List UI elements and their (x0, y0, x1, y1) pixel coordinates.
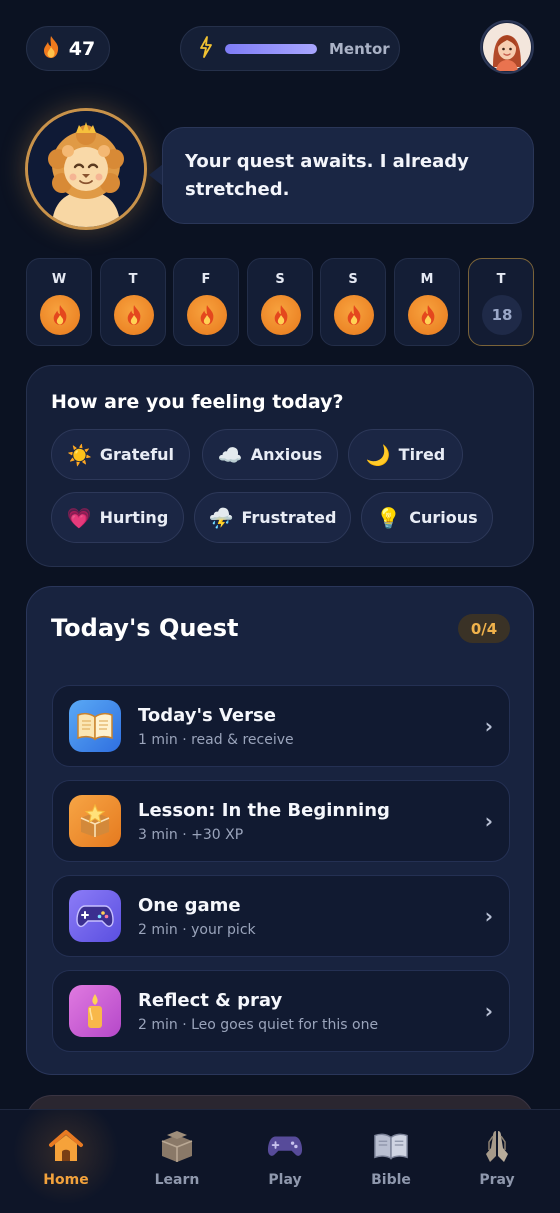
bible-icon (371, 1126, 411, 1166)
nav-label: Pray (479, 1172, 515, 1188)
mentor-progress[interactable]: Mentor (180, 26, 400, 71)
mood-chip-curious[interactable]: 💡 Curious (361, 492, 493, 543)
speech-bubble-tail (149, 164, 163, 186)
quest-item-title: One game (138, 895, 241, 916)
quest-item-lesson[interactable]: Lesson: In the Beginning 3 min · +30 XP … (52, 780, 510, 862)
date-badge: 18 (482, 295, 522, 335)
mood-chip-label: Curious (409, 508, 478, 527)
quest-item-title: Reflect & pray (138, 990, 283, 1011)
day-saturday[interactable]: S (247, 258, 313, 346)
mood-question: How are you feeling today? (51, 391, 344, 413)
date-number: 18 (491, 306, 513, 324)
mood-chip-label: Anxious (250, 445, 323, 464)
quest-item-verse[interactable]: Today's Verse 1 min · read & receive › (52, 685, 510, 767)
day-label: M (420, 272, 434, 287)
mood-chip-anxious[interactable]: ☁️ Anxious (202, 429, 338, 480)
quest-item-title: Today's Verse (138, 705, 276, 726)
lightbulb-icon: 💡 (376, 505, 402, 530)
lion-mascot[interactable] (25, 108, 147, 230)
mood-checkin-card: How are you feeling today? ☀️ Grateful ☁… (26, 365, 534, 567)
nav-learn[interactable]: Learn (127, 1126, 227, 1202)
nav-home[interactable]: Home (16, 1126, 116, 1202)
sun-icon: ☀️ (66, 442, 92, 467)
todays-quest-card: Today's Quest 0/4 Today's Verse 1 min · … (26, 586, 534, 1075)
open-book-icon (69, 700, 121, 752)
flame-icon (41, 35, 61, 63)
quest-item-subtitle: 2 min · Leo goes quiet for this one (138, 1017, 379, 1033)
quest-item-subtitle: 1 min · read & receive (138, 732, 294, 748)
top-bar: 47 Mentor (0, 0, 560, 100)
chevron-right-icon: › (484, 714, 493, 738)
mood-chip-hurting[interactable]: 💗 Hurting (51, 492, 184, 543)
week-streak: W T F S S M T 18 (26, 258, 534, 346)
lesson-box-icon (69, 795, 121, 847)
day-label: W (51, 272, 67, 287)
lightning-icon (199, 35, 213, 62)
quest-progress-badge: 0/4 (458, 614, 510, 643)
mood-chip-label: Hurting (99, 508, 169, 527)
moon-icon: 🌙 (365, 442, 391, 467)
nav-label: Learn (154, 1172, 200, 1188)
mood-chip-label: Grateful (99, 445, 175, 464)
mascot-speech-bubble: Your quest awaits. I already stretched. (162, 127, 534, 224)
streak-count: 47 (68, 37, 96, 60)
day-sunday[interactable]: S (320, 258, 386, 346)
nav-label: Play (268, 1172, 302, 1188)
quest-item-reflect[interactable]: Reflect & pray 2 min · Leo goes quiet fo… (52, 970, 510, 1052)
quest-item-subtitle: 2 min · your pick (138, 922, 256, 938)
mentor-progress-bar (225, 43, 317, 54)
storm-icon: ⛈️ (208, 505, 234, 530)
nav-label: Bible (371, 1172, 411, 1188)
bottom-navigation: Home Learn Play Bible Pray (0, 1109, 560, 1213)
quest-item-subtitle: 3 min · +30 XP (138, 827, 244, 843)
home-icon (46, 1126, 86, 1166)
user-avatar-icon (483, 23, 531, 71)
day-today[interactable]: T 18 (468, 258, 534, 346)
day-label: F (201, 272, 211, 287)
flame-icon (187, 295, 227, 335)
nav-play[interactable]: Play (235, 1126, 335, 1202)
quest-title: Today's Quest (51, 614, 239, 642)
avatar[interactable] (480, 20, 534, 74)
chevron-right-icon: › (484, 809, 493, 833)
day-monday[interactable]: M (394, 258, 460, 346)
flame-icon (408, 295, 448, 335)
day-label: T (496, 272, 506, 287)
praying-hands-icon (477, 1126, 517, 1166)
day-thursday[interactable]: T (100, 258, 166, 346)
streak-counter[interactable]: 47 (26, 26, 110, 71)
day-label: T (128, 272, 138, 287)
day-label: S (348, 272, 358, 287)
lion-icon (28, 111, 144, 227)
flame-icon (40, 295, 80, 335)
flame-icon (261, 295, 301, 335)
heart-icon: 💗 (66, 505, 92, 530)
chevron-right-icon: › (484, 904, 493, 928)
mood-chip-tired[interactable]: 🌙 Tired (348, 429, 463, 480)
mood-chip-grateful[interactable]: ☀️ Grateful (51, 429, 190, 480)
candle-icon (69, 985, 121, 1037)
mood-chip-label: Tired (398, 445, 446, 464)
nav-pray[interactable]: Pray (447, 1126, 547, 1202)
gamepad-icon (69, 890, 121, 942)
mood-chip-frustrated[interactable]: ⛈️ Frustrated (194, 492, 351, 543)
flame-icon (114, 295, 154, 335)
chevron-right-icon: › (484, 999, 493, 1023)
quest-item-title: Lesson: In the Beginning (138, 800, 390, 821)
quest-item-game[interactable]: One game 2 min · your pick › (52, 875, 510, 957)
mentor-label: Mentor (329, 39, 390, 58)
cloud-icon: ☁️ (217, 442, 243, 467)
mood-chip-label: Frustrated (241, 508, 337, 527)
day-friday[interactable]: F (173, 258, 239, 346)
nav-bible[interactable]: Bible (341, 1126, 441, 1202)
day-label: S (275, 272, 285, 287)
day-wednesday[interactable]: W (26, 258, 92, 346)
flame-icon (334, 295, 374, 335)
nav-label: Home (43, 1172, 89, 1188)
learn-icon (157, 1126, 197, 1166)
gamepad-icon (265, 1126, 305, 1166)
